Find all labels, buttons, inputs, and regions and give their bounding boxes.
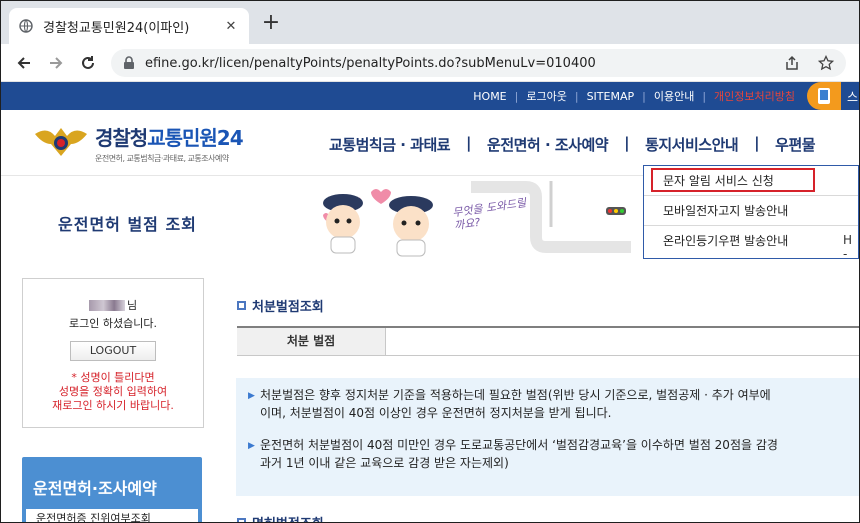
privacy-policy-link[interactable]: 개인정보처리방침 [706, 88, 803, 104]
logout-link[interactable]: 로그아웃 [518, 88, 574, 104]
section-title-2: 면허벌점조회 [237, 513, 324, 522]
logo-title: 경찰청교통민원24 [95, 126, 244, 150]
close-icon[interactable]: ✕ [223, 19, 239, 34]
logout-button[interactable]: LOGOUT [70, 341, 156, 361]
police-emblem-icon [35, 128, 87, 156]
back-icon[interactable] [13, 52, 35, 74]
login-warning: * 성명이 틀리다면 성명을 정확히 입력하여 재로그인 하시기 바랍니다. [52, 371, 174, 412]
triangle-bullet-icon: ▶ [248, 391, 255, 401]
guide-link[interactable]: 이용안내 [646, 88, 702, 104]
nav-notice-service[interactable]: 통지서비스안내 [645, 134, 754, 155]
highlight-box [651, 168, 815, 192]
site-top-bar: HOME | 로그아웃 | SITEMAP | 이용안내 | 개인정보처리방침 … [1, 82, 859, 110]
address-bar: efine.go.kr/licen/penaltyPoints/penaltyP… [1, 44, 859, 82]
mobile-app-button[interactable] [807, 82, 841, 110]
penalty-table: 처분 벌점 [237, 326, 859, 356]
home-link[interactable]: HOME [465, 90, 514, 103]
forward-icon[interactable] [45, 52, 67, 74]
browser-tab-bar: 경찰청교통민원24(이파인) ✕ + [1, 1, 859, 44]
site-logo[interactable]: 경찰청교통민원24 운전면허, 교통범칙금·과태료, 교통조사예약 [33, 122, 244, 164]
section-title: 처분벌점조회 [237, 296, 324, 315]
dropdown-item-mobile-notice[interactable]: 모바일전자고지 발송안내 [644, 196, 858, 226]
url-text: efine.go.kr/licen/penaltyPoints/penaltyP… [145, 55, 596, 71]
partial-menu-text: 스 [847, 90, 859, 104]
nav-mail[interactable]: 우편물 [775, 134, 831, 155]
browser-tab[interactable]: 경찰청교통민원24(이파인) ✕ [9, 8, 249, 44]
screenshot-frame: 경찰청교통민원24(이파인) ✕ + efine.go.kr/licen/pen… [0, 0, 860, 523]
info-paragraph: ▶ 운전면허 처분벌점이 40점 미만인 경우 도로교통공단에서 ‘벌점감경교육… [248, 438, 778, 470]
phone-icon [818, 88, 830, 104]
page-title: 운전면허 벌점 조회 [58, 215, 197, 234]
reload-icon[interactable] [77, 52, 99, 74]
info-box: ▶ 처분벌점은 향후 정지처분 기준을 적용하는데 필요한 벌점(위반 당시 기… [236, 378, 859, 496]
lock-icon [124, 56, 134, 69]
table-header: 처분 벌점 [237, 328, 386, 355]
dropdown-item-online-mail[interactable]: 온라인등기우편 발송안내 [644, 226, 858, 256]
square-bullet-icon [237, 301, 246, 310]
side-menu-item[interactable]: 운전면허증 진위여부조회 [26, 509, 198, 522]
nav-traffic-fines[interactable]: 교통범칙금 · 과태료 [329, 134, 466, 155]
user-name: 님 [23, 297, 203, 313]
logo-subtitle: 운전면허, 교통범칙금·과태료, 교통조사예약 [95, 154, 229, 163]
main-nav: 교통범칙금 · 과태료 | 운전면허 · 조사예약 | 통지서비스안내 | 우편… [329, 134, 831, 155]
side-menu: 운전면허·조사예약 운전면허증 진위여부조회 [22, 457, 202, 522]
globe-icon [19, 19, 33, 33]
notice-service-dropdown: 문자 알림 서비스 신청 모바일전자고지 발송안내 온라인등기우편 발송안내 [643, 165, 859, 259]
share-icon[interactable] [784, 55, 800, 71]
tab-title: 경찰청교통민원24(이파인) [43, 20, 190, 36]
nav-license-reservation[interactable]: 운전면허 · 조사예약 [487, 134, 624, 155]
sitemap-link[interactable]: SITEMAP [579, 90, 643, 103]
new-tab-button[interactable]: + [261, 12, 281, 34]
url-field[interactable]: efine.go.kr/licen/penaltyPoints/penaltyP… [111, 49, 846, 77]
triangle-bullet-icon: ▶ [248, 441, 255, 451]
login-message: 로그인 하셨습니다. [69, 317, 157, 330]
login-status-box: 님 로그인 하셨습니다. LOGOUT * 성명이 틀리다면 성명을 정확히 입… [22, 278, 204, 428]
overflow-text: H - [843, 233, 853, 261]
star-icon[interactable] [818, 55, 834, 71]
redacted-name [88, 299, 125, 311]
side-menu-title: 운전면허·조사예약 [33, 479, 157, 498]
square-bullet-icon [237, 518, 246, 522]
info-paragraph: ▶ 처분벌점은 향후 정지처분 기준을 적용하는데 필요한 벌점(위반 당시 기… [248, 388, 771, 420]
table-cell [386, 328, 859, 355]
